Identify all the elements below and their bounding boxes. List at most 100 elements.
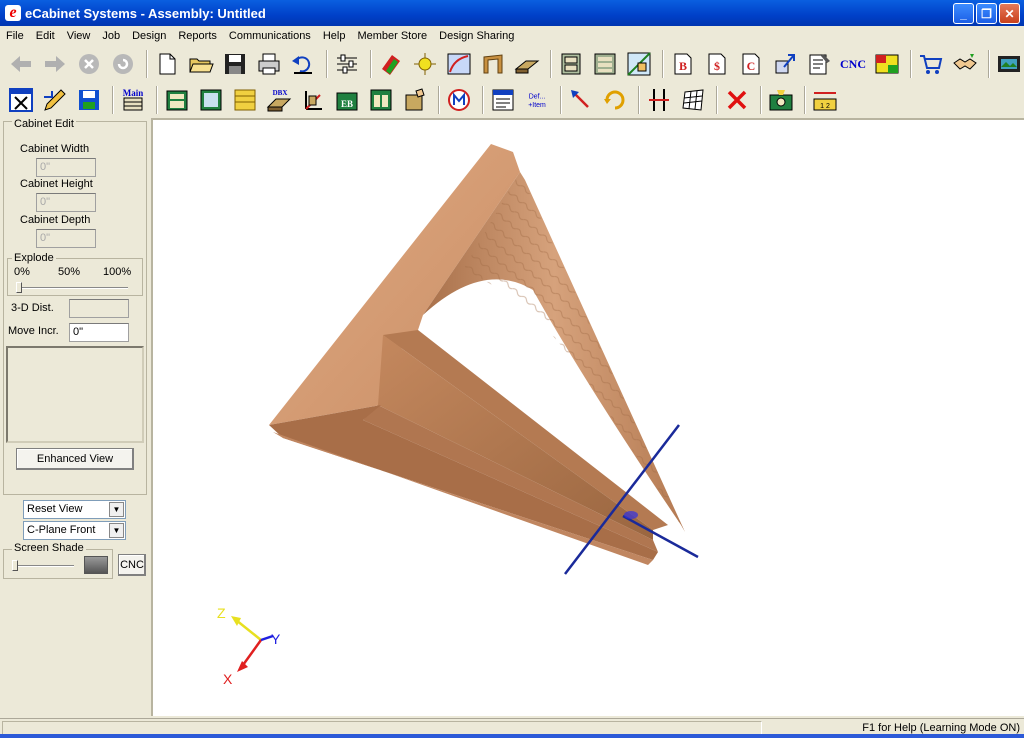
- explode-title: Explode: [12, 252, 56, 264]
- shopping-cart-icon: [920, 55, 943, 74]
- refresh-button[interactable]: [108, 49, 138, 79]
- render-movie-button[interactable]: [994, 49, 1024, 79]
- view-select[interactable]: Reset View ▼: [23, 500, 126, 519]
- chevron-down-icon: ▼: [109, 523, 124, 538]
- open-button[interactable]: [186, 49, 216, 79]
- cabinet-depth-field[interactable]: 0": [36, 229, 96, 248]
- taskbar-strip: [0, 734, 1024, 738]
- cabinet-edit-panel: Cabinet Edit Cabinet Width 0" Cabinet He…: [0, 118, 150, 716]
- menu-job[interactable]: Job: [96, 30, 126, 42]
- close-button[interactable]: ✕: [999, 3, 1020, 24]
- close-design-button[interactable]: [6, 85, 36, 115]
- save-design-button[interactable]: [74, 85, 104, 115]
- 3d-scene: Z X Y: [217, 144, 699, 687]
- base-cabinet-button[interactable]: [162, 85, 192, 115]
- partners-button[interactable]: [950, 49, 980, 79]
- define-item-button[interactable]: Def... +Item: [522, 85, 552, 115]
- base-cabinet-icon: [166, 90, 188, 111]
- edit-design-button[interactable]: [40, 85, 70, 115]
- menu-design[interactable]: Design: [126, 30, 172, 42]
- c-plane-select[interactable]: C-Plane Front ▼: [23, 521, 126, 540]
- save-disk-icon: [79, 90, 99, 110]
- menu-reports[interactable]: Reports: [172, 30, 223, 42]
- print-button[interactable]: [254, 49, 284, 79]
- save-button[interactable]: [220, 49, 250, 79]
- align-button[interactable]: [644, 85, 674, 115]
- 3d-viewport[interactable]: Z X Y: [151, 118, 1024, 716]
- forward-arrow-icon: [45, 56, 65, 72]
- profile-button[interactable]: [444, 49, 474, 79]
- cabinet-height-field[interactable]: 0": [36, 193, 96, 212]
- forward-button[interactable]: [40, 49, 70, 79]
- screen-shade-swatch[interactable]: [84, 556, 108, 574]
- cost-report-button[interactable]: $: [702, 49, 732, 79]
- minimize-button[interactable]: _: [953, 3, 974, 24]
- back-button[interactable]: [6, 49, 36, 79]
- cnc-panel-button[interactable]: CNC: [118, 554, 146, 576]
- menu-design-sharing[interactable]: Design Sharing: [433, 30, 520, 42]
- menu-communications[interactable]: Communications: [223, 30, 317, 42]
- job-notes-button[interactable]: [804, 49, 834, 79]
- new-button[interactable]: [152, 49, 182, 79]
- bill-of-materials-button[interactable]: B: [668, 49, 698, 79]
- drawer-button[interactable]: [230, 85, 260, 115]
- shopping-cart-button[interactable]: [916, 49, 946, 79]
- dimension-button[interactable]: [298, 85, 328, 115]
- menu-help[interactable]: Help: [317, 30, 352, 42]
- sheet-layout-button[interactable]: [872, 49, 902, 79]
- cut-list-button[interactable]: C: [736, 49, 766, 79]
- room-layout-button[interactable]: [624, 49, 654, 79]
- dbx-button[interactable]: DBX: [264, 85, 294, 115]
- material-swatch-icon: [382, 55, 400, 75]
- printer-icon: [258, 53, 280, 75]
- menu-member-store[interactable]: Member Store: [351, 30, 433, 42]
- settings-button[interactable]: [332, 49, 362, 79]
- toolbar-separator: [662, 50, 664, 78]
- explode-slider[interactable]: [16, 282, 22, 293]
- frame-button[interactable]: [366, 85, 396, 115]
- machining-button[interactable]: [444, 85, 474, 115]
- toolbar-separator: [804, 86, 806, 114]
- menu-file[interactable]: File: [0, 30, 30, 42]
- main-menu-button[interactable]: Main: [118, 85, 148, 115]
- molding-button[interactable]: [478, 49, 508, 79]
- wall-cabinet-icon: [200, 89, 222, 111]
- parts-list-button[interactable]: [488, 85, 518, 115]
- menu-view[interactable]: View: [61, 30, 97, 42]
- cabinet-library-button[interactable]: [590, 49, 620, 79]
- menu-bar: File Edit View Job Design Reports Commun…: [0, 26, 1024, 45]
- hardware-button[interactable]: [400, 85, 430, 115]
- axis-indicator: Z X Y: [217, 605, 281, 687]
- crown-molding-model[interactable]: [269, 144, 685, 565]
- rotate-button[interactable]: [600, 85, 630, 115]
- materials-button[interactable]: [376, 49, 406, 79]
- enhanced-view-button[interactable]: Enhanced View: [16, 448, 134, 470]
- 3d-dist-field[interactable]: [69, 299, 129, 318]
- main-toolbar: B $ C CNC ?: [0, 46, 1024, 82]
- edge-band-button[interactable]: EB: [332, 85, 362, 115]
- move-button[interactable]: [566, 85, 596, 115]
- cabinet-button[interactable]: [556, 49, 586, 79]
- toolbar-separator: [988, 50, 990, 78]
- explode-tick-100: 100%: [103, 266, 132, 278]
- move-incr-field[interactable]: 0": [69, 323, 129, 342]
- menu-edit[interactable]: Edit: [30, 30, 61, 42]
- stop-button[interactable]: [74, 49, 104, 79]
- undo-button[interactable]: [288, 49, 318, 79]
- toolbar-separator: [716, 86, 718, 114]
- 3d-dist-label: 3-D Dist.: [11, 302, 54, 314]
- cnc-button[interactable]: CNC: [838, 49, 868, 79]
- export-button[interactable]: [770, 49, 800, 79]
- cabinet-width-field[interactable]: 0": [36, 158, 96, 177]
- measure-button[interactable]: 1 2: [810, 85, 840, 115]
- delete-button[interactable]: [722, 85, 752, 115]
- toolbar-separator: [910, 50, 912, 78]
- snapshot-button[interactable]: [766, 85, 796, 115]
- grid-button[interactable]: [678, 85, 708, 115]
- lighting-button[interactable]: [410, 49, 440, 79]
- wall-cabinet-button[interactable]: [196, 85, 226, 115]
- maximize-button[interactable]: ❐: [976, 3, 997, 24]
- panel-button[interactable]: [512, 49, 542, 79]
- screen-shade-slider[interactable]: [12, 560, 18, 571]
- z-axis-arrow: [231, 616, 241, 626]
